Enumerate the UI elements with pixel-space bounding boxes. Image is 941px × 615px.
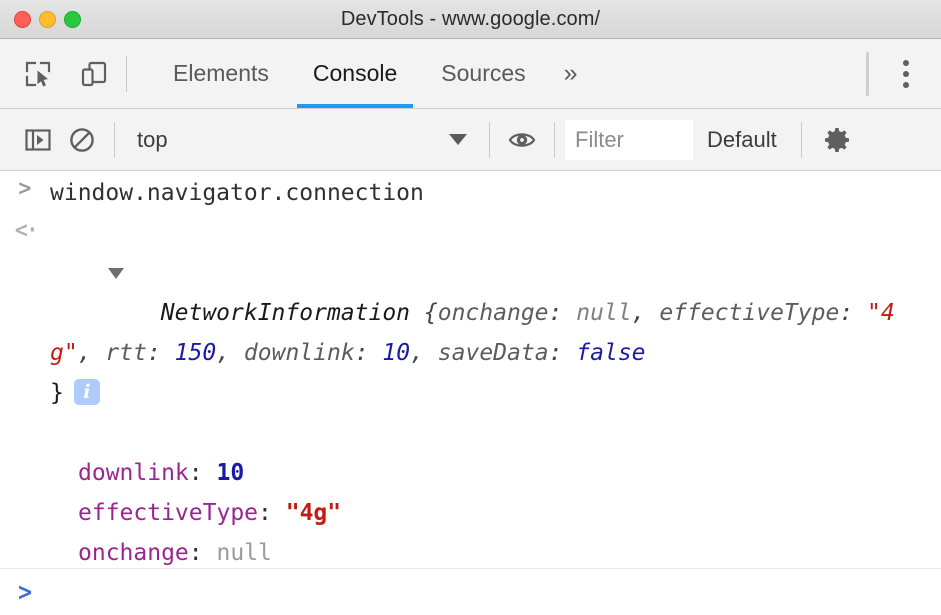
execution-context-value: top <box>137 127 168 153</box>
console-output-area[interactable]: > window.navigator.connection <· Network… <box>0 171 941 615</box>
output-prompt-icon: <· <box>14 220 36 241</box>
output-prompt-gutter: <· <box>0 213 50 241</box>
input-prompt-icon: > <box>18 178 33 199</box>
console-toolbar-divider-2 <box>489 122 490 158</box>
panel-tabs: Elements Console Sources » <box>151 39 594 108</box>
preview-sep-1: : <box>839 300 867 326</box>
gear-icon[interactable] <box>812 115 862 165</box>
inspect-element-icon[interactable] <box>16 52 60 96</box>
property-row-onchange[interactable]: onchange: null <box>0 533 941 573</box>
preview-value-saveData: false <box>576 340 645 366</box>
preview-open-brace: { <box>410 300 438 326</box>
object-class-name: NetworkInformation <box>161 300 410 326</box>
console-toolbar-divider-3 <box>554 122 555 158</box>
property-triangle-slot <box>42 453 78 493</box>
preview-key-onchange: onchange <box>438 300 549 326</box>
tab-elements-label: Elements <box>173 60 269 87</box>
tabbar-divider <box>126 56 127 92</box>
property-value-downlink: 10 <box>216 453 244 493</box>
tabbar-right-divider <box>866 52 869 96</box>
filter-input[interactable]: Filter <box>565 120 693 160</box>
console-toolbar-divider-4 <box>801 122 802 158</box>
preview-sep-2: : <box>147 340 175 366</box>
execution-context-select[interactable]: top <box>125 118 479 162</box>
triangle-down-icon <box>108 268 124 279</box>
property-triangle-slot <box>42 493 78 533</box>
tab-elements[interactable]: Elements <box>151 39 291 108</box>
property-row-effectiveType[interactable]: effectiveType: "4g" <box>0 493 941 533</box>
console-prompt-line[interactable]: > <box>0 569 941 615</box>
preview-key-effectiveType: effectiveType <box>659 300 839 326</box>
preview-sep-0: : <box>549 300 577 326</box>
property-value-onchange: null <box>216 533 271 573</box>
preview-value-onchange: null <box>576 300 631 326</box>
preview-trail-3: , <box>410 340 438 366</box>
tab-overflow-label: » <box>564 59 578 88</box>
window-title: DevTools - www.google.com/ <box>0 8 941 31</box>
preview-sep-3: : <box>355 340 383 366</box>
preview-value-rtt: 150 <box>175 340 217 366</box>
preview-sep-4: : <box>549 340 577 366</box>
window-titlebar: DevTools - www.google.com/ <box>0 0 941 39</box>
console-toolbar-divider-1 <box>114 122 115 158</box>
object-expand-triangle[interactable] <box>108 253 128 293</box>
console-prompt-input[interactable] <box>50 577 941 607</box>
console-toolbar: top Filter Default <box>0 109 941 171</box>
tab-sources-label: Sources <box>441 60 525 87</box>
close-button[interactable] <box>14 11 31 28</box>
live-expression-eye-icon[interactable] <box>500 118 544 162</box>
property-name-onchange: onchange <box>78 533 189 573</box>
property-value-effectiveType: "4g" <box>286 493 341 533</box>
preview-trail-1: , <box>78 340 106 366</box>
prompt-gutter: > <box>0 580 50 604</box>
console-input-expression: window.navigator.connection <box>50 171 430 213</box>
object-preview[interactable]: NetworkInformation {onchange: null, effe… <box>50 213 941 453</box>
console-result-message: <· NetworkInformation {onchange: null, e… <box>0 213 941 453</box>
preview-close-brace: } <box>50 380 64 406</box>
devtools-tabbar: Elements Console Sources » <box>0 39 941 109</box>
preview-value-downlink: 10 <box>382 340 410 366</box>
tab-console[interactable]: Console <box>291 39 419 108</box>
maximize-button[interactable] <box>64 11 81 28</box>
preview-key-saveData: saveData <box>438 340 549 366</box>
console-input-message: > window.navigator.connection <box>0 171 941 213</box>
prompt-arrow-icon: > <box>17 580 33 604</box>
tabbar-right <box>852 39 941 108</box>
input-prompt-gutter: > <box>0 171 50 199</box>
kebab-menu-icon[interactable] <box>883 51 929 97</box>
preview-trail-2: , <box>216 340 244 366</box>
console-sidebar-icon[interactable] <box>16 118 60 162</box>
filter-placeholder: Filter <box>575 127 624 153</box>
tab-overflow-button[interactable]: » <box>548 39 594 108</box>
property-name-downlink: downlink <box>78 453 189 493</box>
devtools-window: DevTools - www.google.com/ Elements <box>0 0 941 615</box>
tabbar-left-icons <box>0 39 116 108</box>
property-triangle-slot <box>42 533 78 573</box>
log-level-value: Default <box>707 127 777 153</box>
preview-key-downlink: downlink <box>244 340 355 366</box>
clear-console-icon[interactable] <box>60 118 104 162</box>
info-badge-icon[interactable]: i <box>74 379 100 405</box>
property-row-downlink[interactable]: downlink: 10 <box>0 453 941 493</box>
traffic-lights <box>0 11 81 28</box>
device-toolbar-icon[interactable] <box>72 52 116 96</box>
chevron-down-icon <box>449 134 467 145</box>
preview-trail-0: , <box>632 300 660 326</box>
property-name-effectiveType: effectiveType <box>78 493 258 533</box>
log-level-select[interactable]: Default <box>693 118 791 162</box>
preview-key-rtt: rtt <box>105 340 147 366</box>
tab-console-label: Console <box>313 60 397 87</box>
minimize-button[interactable] <box>39 11 56 28</box>
tab-sources[interactable]: Sources <box>419 39 547 108</box>
